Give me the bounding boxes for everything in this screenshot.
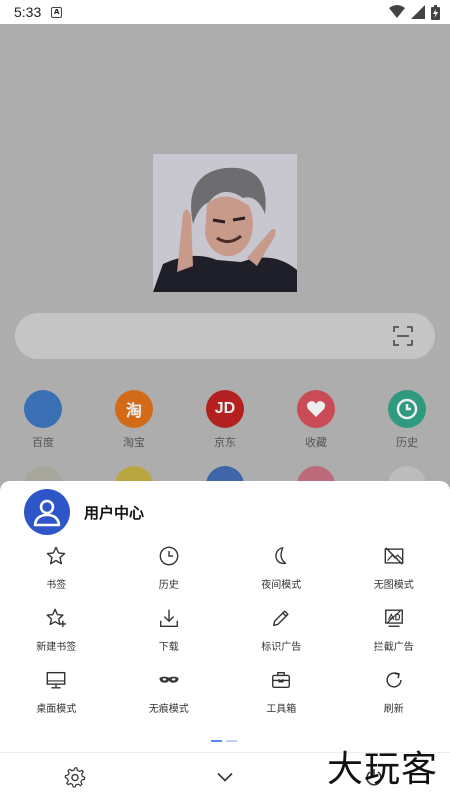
collapse-button[interactable]: [213, 765, 237, 789]
menu-download[interactable]: 下载: [113, 607, 226, 653]
menu-bookmarks[interactable]: 书签: [0, 545, 113, 591]
user-center-header[interactable]: 用户中心: [24, 489, 144, 535]
desktop-icon: [46, 671, 66, 689]
profile-artwork: [153, 154, 297, 292]
download-icon: [159, 609, 178, 627]
menu-no-image-mode[interactable]: 无图模式: [338, 545, 450, 591]
status-time: 5:33: [14, 4, 42, 20]
settings-button[interactable]: [63, 765, 87, 789]
menu-label: 拦截广告: [373, 642, 414, 653]
shortcut-label: 百度: [32, 436, 54, 449]
jd-icon: JD: [206, 390, 244, 428]
page-indicator: [211, 740, 237, 742]
block-ad-icon: [384, 609, 403, 627]
star-icon: [46, 546, 66, 565]
menu-label: 无痕模式: [148, 704, 189, 715]
menu-label: 历史: [158, 580, 179, 591]
shortcut-baidu[interactable]: 百度: [6, 390, 80, 450]
shortcut-taobao[interactable]: 淘 淘宝: [97, 390, 171, 450]
menu-label: 夜间模式: [261, 580, 302, 591]
menu-label: 新建书签: [36, 642, 77, 653]
menu-label: 标识广告: [261, 642, 302, 653]
shortcut-jd[interactable]: JD 京东: [188, 390, 262, 450]
mask-icon: [159, 676, 179, 683]
battery-icon: [431, 4, 440, 20]
clock-icon: [388, 390, 426, 428]
shortcut-label: 淘宝: [123, 436, 145, 449]
clock-icon: [159, 546, 179, 566]
sheet-bottom-bar: 大玩客: [0, 749, 450, 800]
menu-block-ads[interactable]: 拦截广告: [338, 607, 450, 653]
menu-new-bookmark[interactable]: 新建书签: [0, 607, 113, 653]
scan-icon[interactable]: [393, 326, 413, 346]
chevron-down-icon: [217, 772, 233, 782]
wifi-icon: [389, 5, 405, 18]
menu-label: 工具箱: [266, 704, 297, 715]
no-image-icon: [384, 547, 404, 565]
shortcut-label: 收藏: [305, 436, 327, 449]
search-bar[interactable]: [15, 313, 435, 359]
toolbox-icon: [272, 671, 291, 689]
heart-icon: [297, 390, 335, 428]
page-dot: [226, 740, 237, 742]
shortcut-label: 历史: [396, 436, 418, 449]
shortcut-grid: 百度 淘 淘宝 JD 京东 收藏 历史: [0, 390, 450, 450]
menu-toolbox[interactable]: 工具箱: [225, 669, 338, 715]
user-avatar[interactable]: [24, 489, 70, 535]
menu-desktop-mode[interactable]: 桌面模式: [0, 669, 113, 715]
gear-icon: [64, 767, 86, 788]
watermark: 大玩客: [326, 749, 438, 790]
menu-label: 刷新: [383, 704, 404, 715]
menu-night-mode[interactable]: 夜间模式: [225, 545, 338, 591]
page-dot-active: [211, 740, 222, 742]
shortcut-label: 京东: [214, 436, 236, 449]
menu-history[interactable]: 历史: [113, 545, 226, 591]
taobao-icon: 淘: [115, 390, 153, 428]
status-bar: 5:33 A: [0, 0, 450, 24]
menu-label: 桌面模式: [36, 704, 77, 715]
menu-mark-ads[interactable]: 标识广告: [225, 607, 338, 653]
star-plus-icon: [46, 608, 67, 628]
menu-label: 书签: [46, 580, 67, 591]
shortcut-favorites[interactable]: 收藏: [279, 390, 353, 450]
menu-sheet: 用户中心 书签 历史 夜间模式 无图模式 新建书签 下载 标识广告 拦截广告 桌…: [0, 481, 450, 800]
moon-icon: [275, 547, 287, 565]
refresh-icon: [386, 672, 402, 688]
notification-icon: A: [51, 6, 63, 18]
user-icon: [33, 499, 61, 527]
baidu-icon: [24, 390, 62, 428]
pencil-icon: [273, 610, 289, 627]
menu-label: 无图模式: [373, 580, 414, 591]
menu-grid: 书签 历史 夜间模式 无图模式 新建书签 下载 标识广告 拦截广告 桌面模式 无…: [0, 545, 450, 715]
signal-icon: [411, 5, 425, 19]
menu-refresh[interactable]: 刷新: [338, 669, 450, 715]
shortcut-history[interactable]: 历史: [370, 390, 444, 450]
menu-incognito-mode[interactable]: 无痕模式: [113, 669, 226, 715]
menu-label: 下载: [158, 642, 179, 653]
user-center-title: 用户中心: [84, 503, 145, 522]
